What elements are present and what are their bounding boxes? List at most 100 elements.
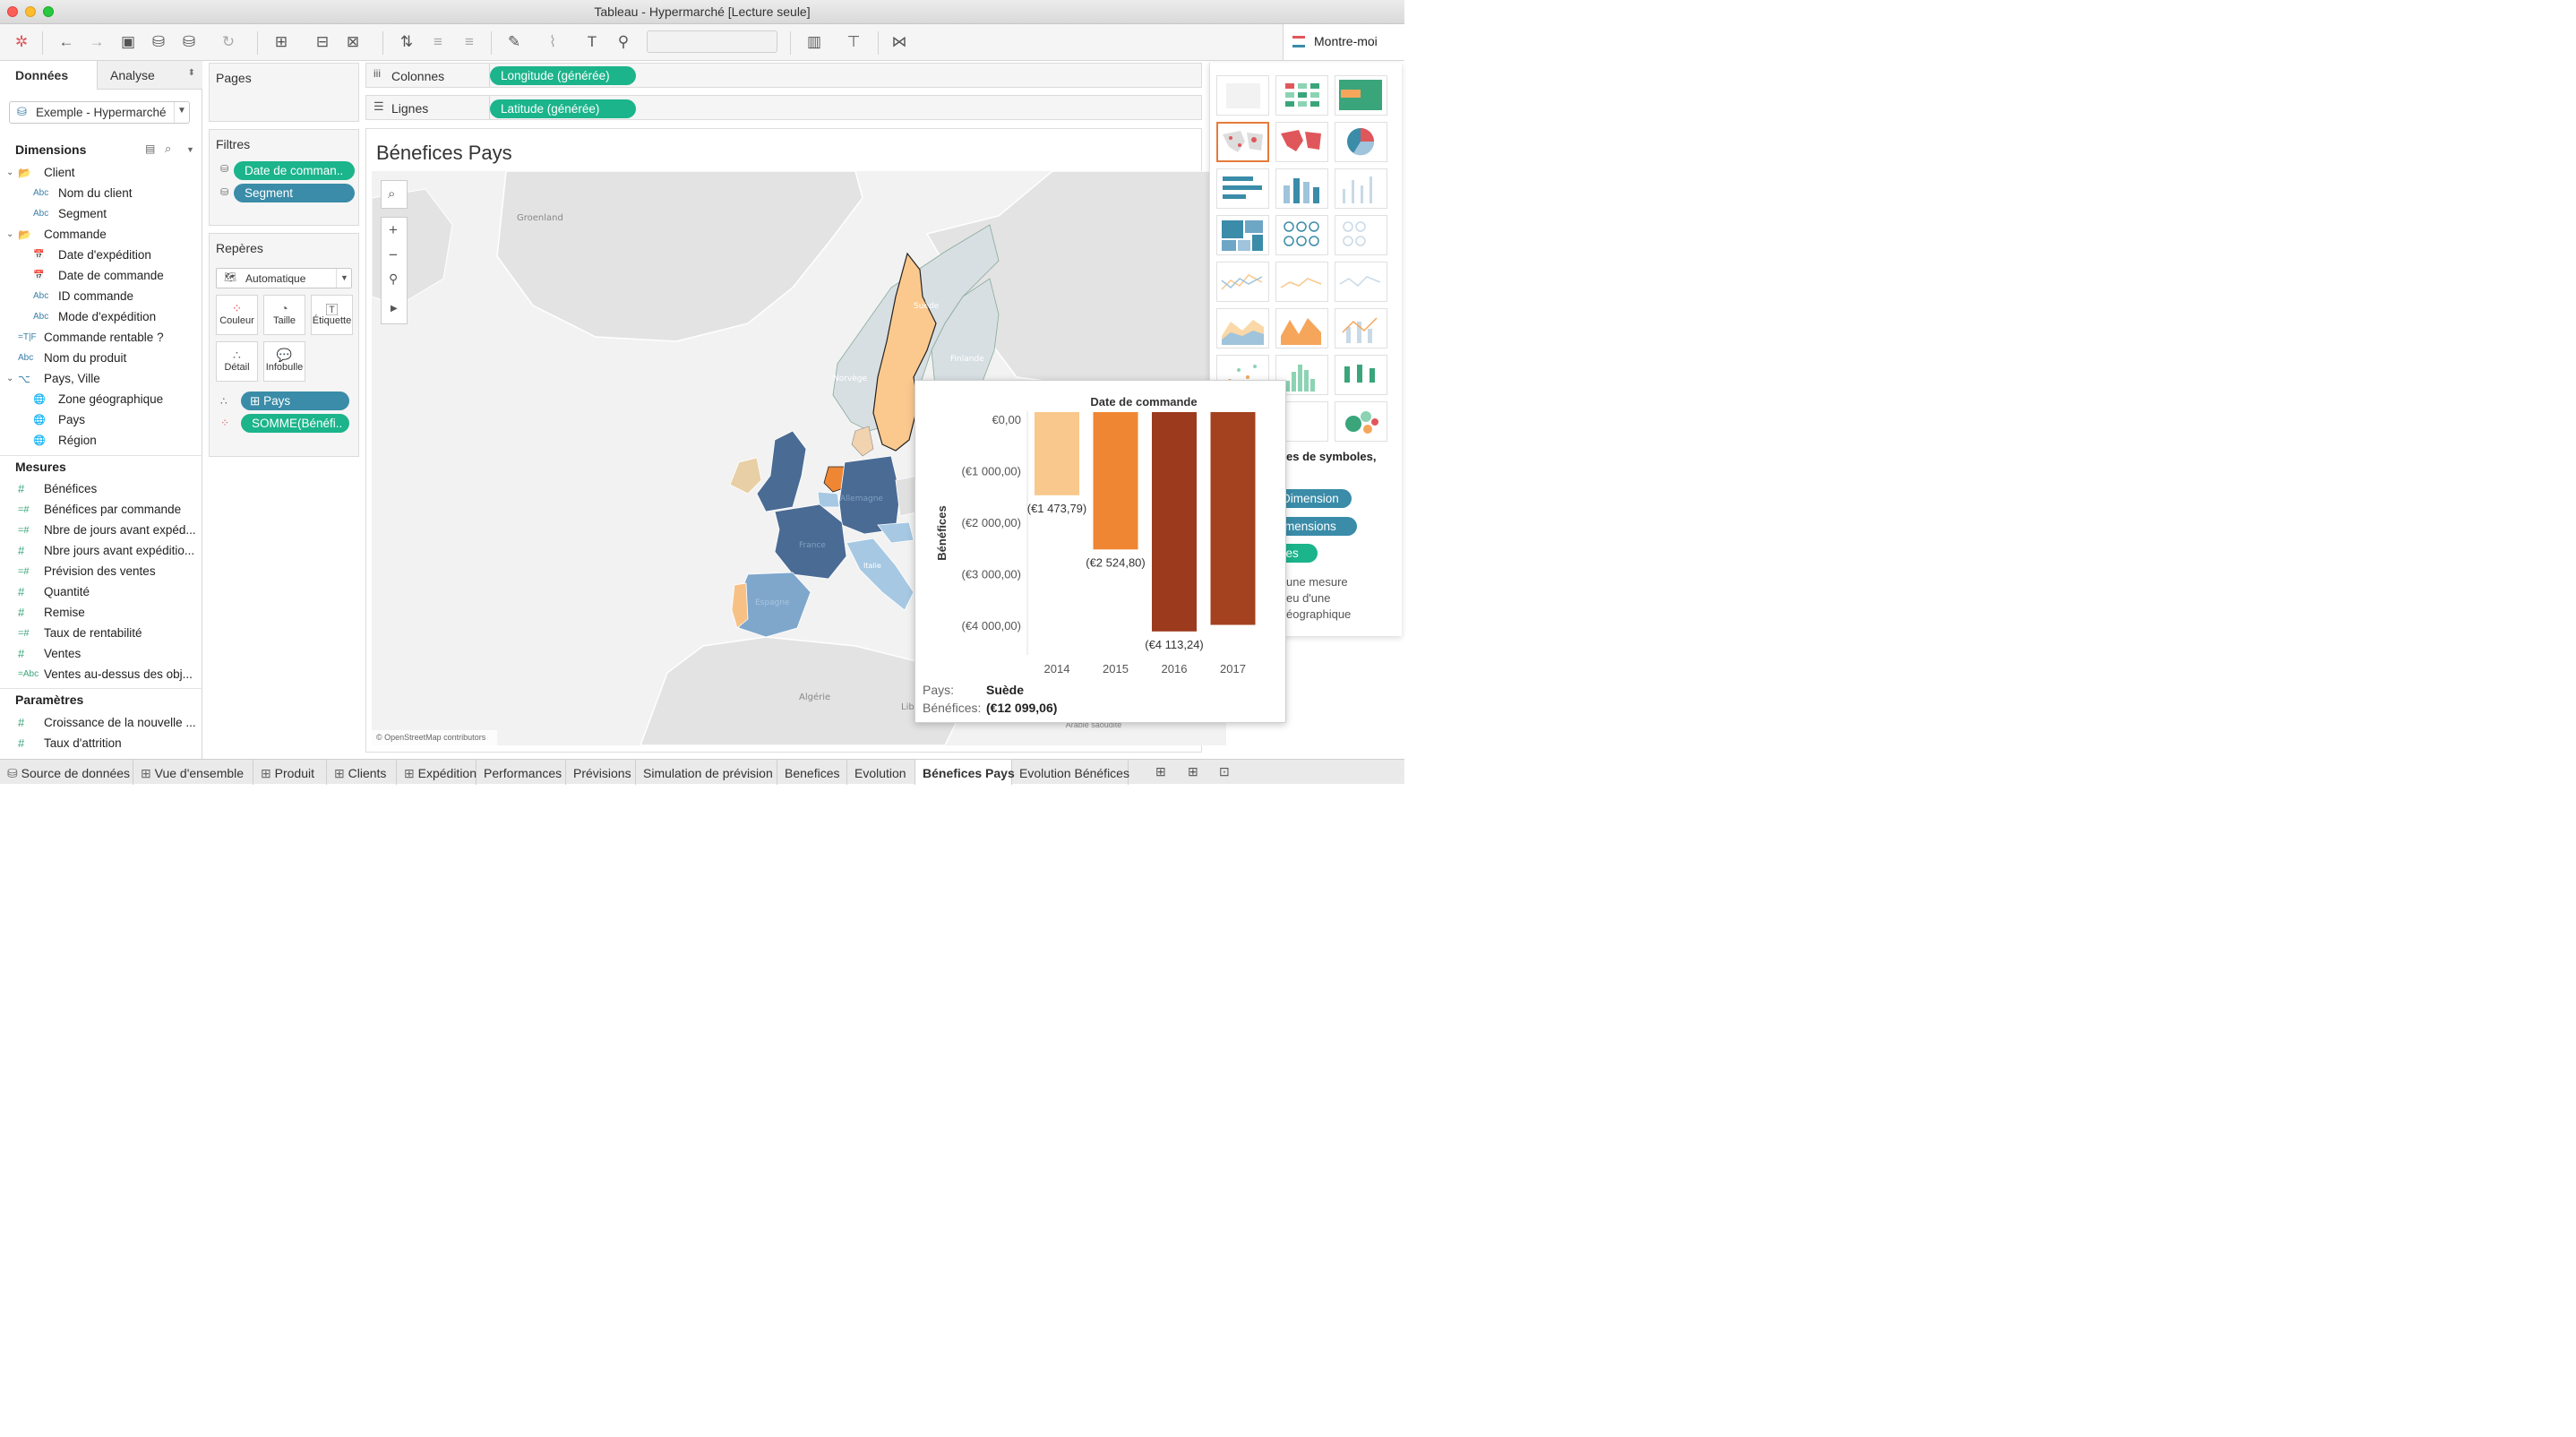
chart-type-hbar[interactable] [1216, 168, 1269, 209]
sheet-tab[interactable]: Performances [477, 760, 566, 785]
sort-asc-icon[interactable]: ≡ [425, 24, 451, 60]
sheet-tab[interactable]: Evolution [847, 760, 915, 785]
sheet-tab[interactable]: Prévisions [566, 760, 636, 785]
label-button[interactable]: 🅃 Étiquette [311, 295, 353, 335]
highlight-icon[interactable]: ✎ [502, 24, 527, 60]
dimension-field[interactable]: ID commande [58, 287, 133, 306]
dimension-field[interactable]: Nom du client [58, 184, 133, 203]
sheet-tab[interactable]: ⛁ Source de données [0, 760, 133, 785]
detail-button[interactable]: ∴ Détail [216, 341, 258, 382]
tableau-logo-icon[interactable]: ✲ [9, 24, 34, 60]
chart-type-pie[interactable] [1335, 122, 1387, 162]
measure-field[interactable]: Quantité [44, 582, 90, 602]
chart-type-side-bar[interactable] [1335, 168, 1387, 209]
show-cards-icon[interactable]: ▥ [802, 24, 827, 60]
show-me-button[interactable]: Montre-moi [1283, 24, 1404, 60]
list-view-icon[interactable]: ▤ [145, 142, 155, 155]
dimension-field[interactable]: Commande rentable ? [44, 328, 164, 348]
new-story-icon[interactable]: ⊡ [1219, 764, 1230, 779]
sheet-tab[interactable]: Evolution Bénéfices [1012, 760, 1129, 785]
chart-type-highlight-table[interactable] [1335, 75, 1387, 116]
chart-type-lines-continuous[interactable] [1216, 262, 1269, 302]
datasource-icon[interactable]: ⛁ [176, 24, 202, 60]
pages-card[interactable]: Pages [209, 63, 359, 122]
size-button[interactable]: ◔ Taille [263, 295, 305, 335]
chart-type-lines-discrete[interactable] [1275, 262, 1328, 302]
filter-pill-segment[interactable]: Segment [234, 184, 355, 202]
presentation-icon[interactable]: ⊤ [841, 24, 866, 60]
new-worksheet-icon[interactable]: ⊞ [269, 24, 294, 60]
chart-type-packed-bubbles[interactable] [1335, 401, 1387, 442]
forward-icon[interactable]: → [84, 24, 109, 60]
measure-field[interactable]: Remise [44, 603, 85, 623]
dimension-field[interactable]: Commande [44, 225, 107, 245]
sheet-tab[interactable]: Benefices [777, 760, 847, 785]
measure-field[interactable]: Ventes au-dessus des obj... [44, 665, 193, 684]
measure-field[interactable]: Bénéfices par commande [44, 500, 181, 520]
zoom-in-icon[interactable]: + [389, 221, 398, 239]
play-icon[interactable]: ▶ [391, 304, 398, 314]
chart-type-treemap[interactable] [1216, 215, 1269, 255]
chart-type-area-discrete[interactable] [1275, 308, 1328, 348]
dimension-field[interactable]: Région [58, 431, 97, 451]
chart-type-stacked-bar[interactable] [1275, 168, 1328, 209]
columns-pill[interactable]: Longitude (générée) [490, 66, 636, 85]
dimension-field[interactable]: Nom du produit [44, 348, 126, 368]
chart-type-dual-lines[interactable] [1335, 262, 1387, 302]
measure-field[interactable]: Bénéfices [44, 479, 97, 499]
clear-sheet-icon[interactable]: ⊠ [340, 24, 365, 60]
chevron-down-icon[interactable]: ⌄ [6, 369, 13, 389]
dimension-field[interactable]: Mode d'expédition [58, 307, 156, 327]
add-datasource-icon[interactable]: ⛁ [146, 24, 171, 60]
bar-2016[interactable] [1152, 412, 1197, 632]
map-search-button[interactable]: ⌕ [381, 180, 408, 209]
sheet-tab[interactable]: ⊞ Produit [253, 760, 327, 785]
tab-donnees[interactable]: Données [0, 61, 98, 90]
chart-type-area-continuous[interactable] [1216, 308, 1269, 348]
chevron-down-icon[interactable]: ▼ [186, 145, 194, 154]
share-icon[interactable]: ⋈ [887, 24, 912, 60]
measure-field[interactable]: Prévision des ventes [44, 562, 156, 581]
parameter-field[interactable]: Taux d'attrition [44, 734, 122, 753]
chart-type-filled-map[interactable] [1275, 122, 1328, 162]
dimension-field[interactable]: Zone géographique [58, 390, 163, 409]
chevron-down-icon[interactable]: ⌄ [6, 163, 13, 183]
sheet-tab[interactable]: ⊞ Clients [327, 760, 397, 785]
dimension-field[interactable]: Pays, Ville [44, 369, 100, 389]
pin-icon[interactable]: ⚲ [611, 24, 636, 60]
sheet-tab[interactable]: Simulation de prévision [636, 760, 777, 785]
parameter-field[interactable]: Croissance de la nouvelle ... [44, 713, 196, 733]
sheet-tab[interactable]: Bénefices Pays [915, 760, 1015, 785]
search-icon[interactable]: ⌕ [165, 142, 171, 156]
rows-pill[interactable]: Latitude (générée) [490, 99, 636, 118]
tab-analyse[interactable]: Analyse ⬍ [98, 61, 202, 90]
chart-type-side-circles[interactable] [1335, 215, 1387, 255]
new-dashboard-icon[interactable]: ⊞ [1188, 764, 1198, 779]
sheet-tab[interactable]: ⊞ Expédition [397, 760, 477, 785]
mark-pill-benefices[interactable]: SOMME(Bénéfi.. [241, 414, 349, 433]
new-worksheet-icon[interactable]: ⊞ [1155, 764, 1166, 779]
columns-shelf[interactable]: iii Colonnes Longitude (générée) [365, 63, 1202, 88]
datasource-select[interactable]: ⛁ Exemple - Hypermarché ▼ [9, 101, 190, 124]
chart-type-box-plot[interactable] [1335, 355, 1387, 395]
filters-card[interactable]: Filtres ⛁ Date de comman.. ⛁ Segment [209, 129, 359, 226]
group-icon[interactable]: ⌇ [540, 24, 565, 60]
fit-select[interactable] [647, 30, 777, 53]
mark-pill-pays[interactable]: ⊞ Pays [241, 392, 349, 410]
rows-shelf[interactable]: ☰ Lignes Latitude (générée) [365, 95, 1202, 120]
chart-type-heatmap[interactable] [1275, 75, 1328, 116]
tooltip-button[interactable]: 💬 Infobulle [263, 341, 305, 382]
mark-type-select[interactable]: 🗺 Automatique ▼ [216, 268, 352, 288]
sort-desc-icon[interactable]: ≡ [457, 24, 482, 60]
refresh-icon[interactable]: ↻ [216, 24, 241, 60]
labels-icon[interactable]: T [580, 24, 605, 60]
dimension-field[interactable]: Segment [58, 204, 107, 224]
chart-type-symbol-map[interactable] [1216, 122, 1269, 162]
measure-field[interactable]: Ventes [44, 644, 81, 664]
sheet-tab[interactable]: ⊞ Vue d'ensemble [133, 760, 253, 785]
dimension-field[interactable]: Client [44, 163, 75, 183]
bar-2017[interactable] [1210, 412, 1256, 625]
chart-type-circle-views[interactable] [1275, 215, 1328, 255]
filter-pill-date[interactable]: Date de comman.. [234, 161, 355, 180]
color-button[interactable]: ⁘ Couleur [216, 295, 258, 335]
